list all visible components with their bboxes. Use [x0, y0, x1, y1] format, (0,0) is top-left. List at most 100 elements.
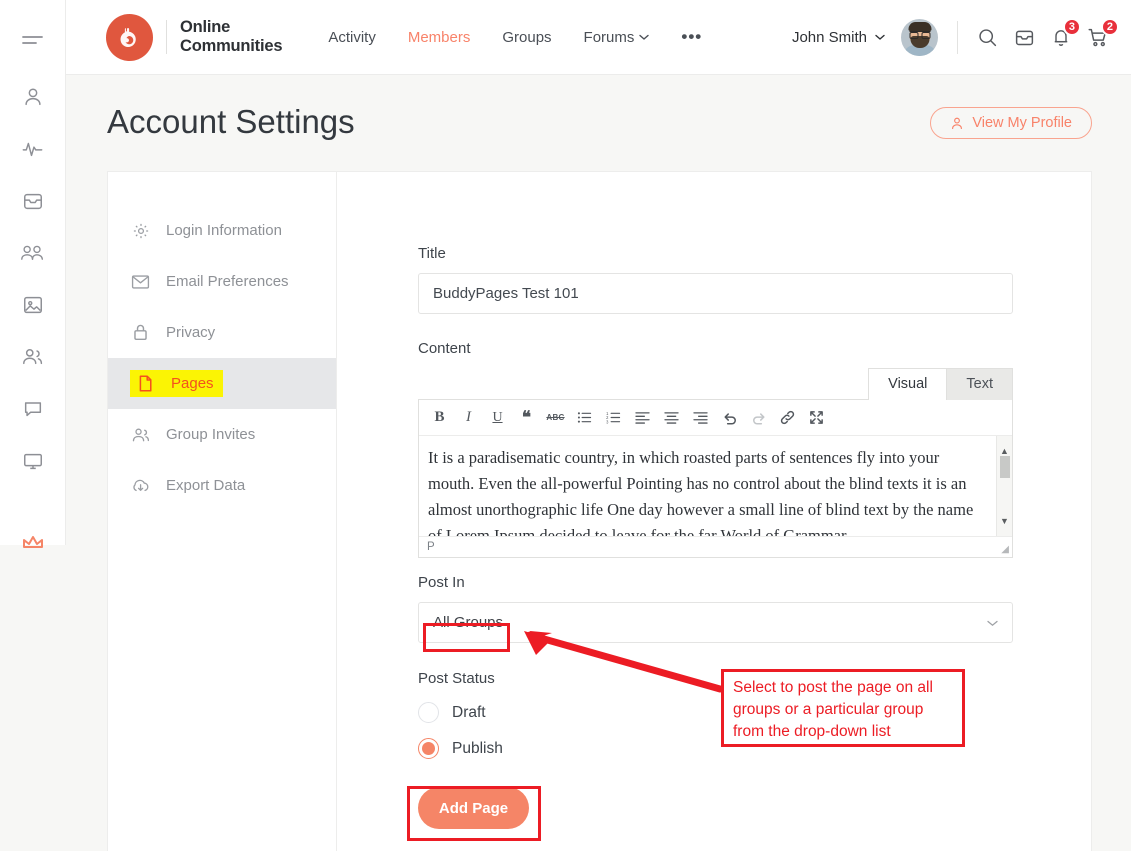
blockquote-icon[interactable]: ❝ [516, 407, 537, 428]
bold-icon[interactable]: B [429, 407, 450, 428]
page-title: Account Settings [107, 103, 355, 141]
inbox-icon[interactable] [1014, 27, 1035, 48]
link-icon[interactable] [777, 407, 798, 428]
content-label: Content [418, 340, 1016, 357]
nav-label: Members [408, 29, 471, 46]
people-icon [130, 426, 151, 444]
sidebar-item-label: Pages [171, 375, 214, 392]
svg-text:3: 3 [606, 419, 609, 424]
main-nav: Activity Members Groups Forums ••• [328, 27, 702, 47]
nav-item-forums[interactable]: Forums [584, 29, 650, 46]
cart-badge: 2 [1101, 18, 1119, 36]
title-input[interactable] [418, 273, 1013, 314]
buddyboss-logo-icon [106, 14, 153, 61]
left-icon-rail [0, 0, 66, 545]
strikethrough-icon[interactable]: ABC [545, 407, 566, 428]
brand[interactable]: Online Communities [106, 14, 282, 61]
user-name-label: John Smith [792, 29, 867, 46]
file-icon [135, 374, 156, 393]
redo-icon[interactable] [748, 407, 769, 428]
crown-icon[interactable] [0, 533, 65, 553]
sidebar-item-label: Export Data [166, 477, 245, 494]
title-label: Title [418, 245, 1016, 262]
brand-name: Online Communities [180, 18, 282, 55]
cart-icon[interactable]: 2 [1087, 27, 1109, 48]
editor-tabs: Visual Text [418, 368, 1013, 400]
editor-content[interactable]: It is a paradisematic country, in which … [419, 436, 1012, 536]
nav-item-members[interactable]: Members [408, 29, 471, 46]
radio-draft-label: Draft [452, 704, 486, 722]
top-header: Online Communities Activity Members Grou… [66, 0, 1131, 75]
italic-icon[interactable]: I [458, 407, 479, 428]
avatar-hair [908, 22, 931, 31]
sidebar-item-label: Privacy [166, 324, 215, 341]
underline-icon[interactable]: U [487, 407, 508, 428]
sidebar-item-export-data[interactable]: Export Data [108, 460, 336, 511]
lock-icon [130, 323, 151, 342]
editor-toolbar: B I U ❝ ABC 123 [419, 400, 1012, 436]
scroll-down-icon[interactable]: ▼ [1000, 508, 1009, 534]
user-menu[interactable]: John Smith [792, 29, 885, 46]
view-my-profile-label: View My Profile [972, 115, 1072, 131]
search-icon[interactable] [977, 27, 998, 48]
resize-handle-icon[interactable]: ◢ [1001, 544, 1009, 555]
nav-item-more[interactable]: ••• [681, 27, 702, 47]
photos-icon[interactable] [16, 288, 50, 322]
tab-visual[interactable]: Visual [868, 368, 947, 400]
sidebar-item-login-information[interactable]: Login Information [108, 205, 336, 256]
nav-item-groups[interactable]: Groups [502, 29, 551, 46]
align-center-icon[interactable] [661, 407, 682, 428]
members-icon[interactable] [16, 340, 50, 374]
app-root: Online Communities Activity Members Grou… [0, 0, 1131, 851]
notifications-badge: 3 [1063, 18, 1081, 36]
radio-publish-control[interactable] [418, 738, 439, 759]
avatar-glasses [909, 31, 930, 36]
menu-icon[interactable] [16, 24, 50, 58]
nav-label: Activity [328, 29, 376, 46]
activity-pulse-icon[interactable] [16, 132, 50, 166]
sidebar-item-label: Group Invites [166, 426, 255, 443]
settings-nav: Login Information Email Preferences Priv… [108, 172, 337, 851]
sidebar-item-group-invites[interactable]: Group Invites [108, 409, 336, 460]
nav-item-activity[interactable]: Activity [328, 29, 376, 46]
view-my-profile-button[interactable]: View My Profile [930, 107, 1092, 139]
bell-icon[interactable]: 3 [1051, 27, 1071, 48]
radio-draft-control[interactable] [418, 702, 439, 723]
editor-text: It is a paradisematic country, in which … [428, 448, 973, 536]
sidebar-item-privacy[interactable]: Privacy [108, 307, 336, 358]
add-page-button[interactable]: Add Page [418, 787, 529, 829]
numbered-list-icon[interactable]: 123 [603, 407, 624, 428]
messages-icon[interactable] [16, 392, 50, 426]
nav-label: Groups [502, 29, 551, 46]
fullscreen-icon[interactable] [806, 407, 827, 428]
sidebar-item-label: Login Information [166, 222, 282, 239]
header-divider [957, 21, 958, 54]
undo-icon[interactable] [719, 407, 740, 428]
sidebar-item-email-preferences[interactable]: Email Preferences [108, 256, 336, 307]
align-right-icon[interactable] [690, 407, 711, 428]
groups-icon[interactable] [16, 236, 50, 270]
editor-box: B I U ❝ ABC 123 [418, 399, 1013, 558]
pages-highlight-annotation: Pages [130, 370, 223, 397]
gear-icon [130, 222, 151, 240]
scroll-thumb[interactable] [1000, 456, 1010, 478]
annotation-note: Select to post the page on all groups or… [721, 669, 965, 747]
page-form: Title Content Visual Text B I U ❝ ABC [337, 172, 1091, 851]
sidebar-item-pages[interactable]: Pages [108, 358, 336, 409]
envelope-icon [130, 274, 151, 290]
tab-text[interactable]: Text [946, 368, 1013, 400]
avatar[interactable] [901, 19, 938, 56]
profile-icon[interactable] [16, 80, 50, 114]
bullet-list-icon[interactable] [574, 407, 595, 428]
editor-path: P [427, 541, 435, 553]
align-left-icon[interactable] [632, 407, 653, 428]
content-editor: Visual Text B I U ❝ ABC 123 [418, 368, 1013, 558]
editor-scrollbar[interactable]: ▲ ▼ [996, 436, 1012, 536]
brand-divider [166, 20, 167, 54]
sidebar-item-label: Email Preferences [166, 273, 289, 290]
more-label: ••• [681, 27, 702, 47]
inbox-icon[interactable] [16, 184, 50, 218]
profile-icon [950, 116, 964, 131]
screen-icon[interactable] [16, 444, 50, 478]
post-in-select[interactable]: All Groups [418, 602, 1013, 643]
